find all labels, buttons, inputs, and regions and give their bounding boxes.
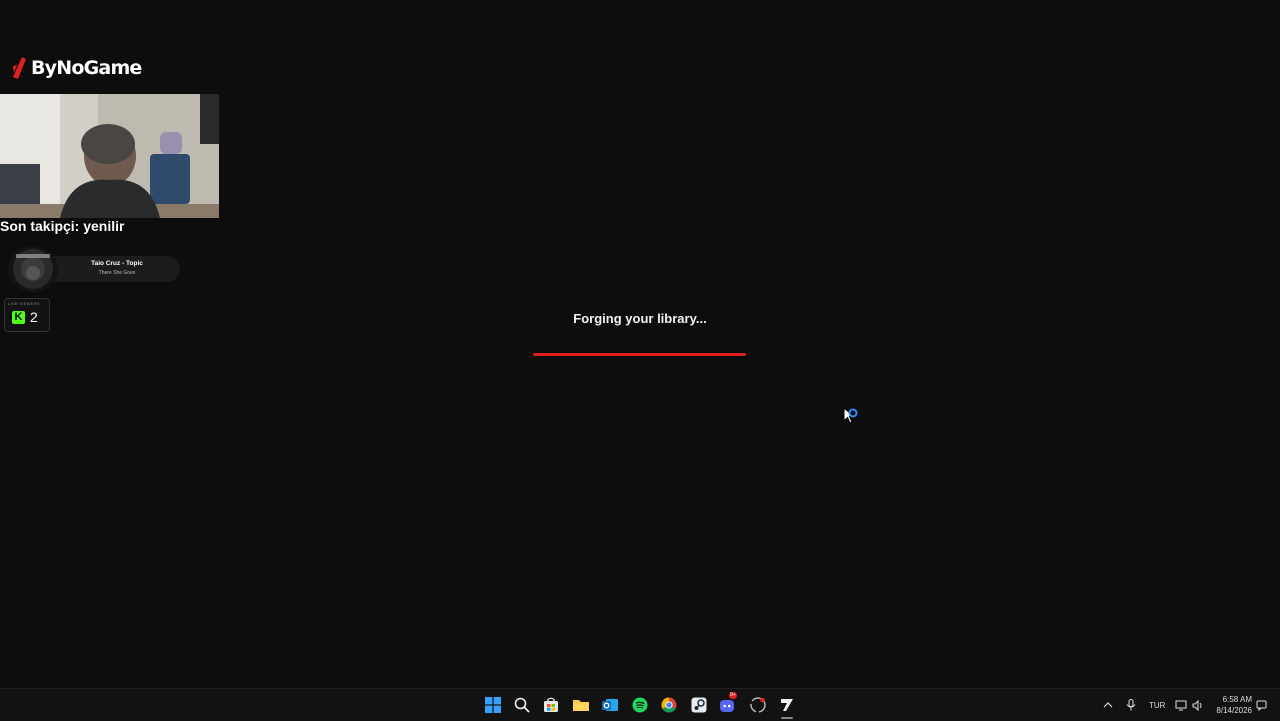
volume-icon[interactable] <box>1192 689 1204 721</box>
loading-message: Forging your library... <box>573 311 707 326</box>
microphone-icon[interactable] <box>1126 689 1136 721</box>
obs-icon[interactable] <box>748 695 768 715</box>
discord-notification-badge: 9+ <box>729 692 737 699</box>
busy-cursor-icon <box>843 407 858 424</box>
file-explorer-icon[interactable] <box>571 695 591 715</box>
live-viewers-label: LIVE VIEWERS <box>8 301 40 306</box>
loading-progress-fill <box>533 353 746 356</box>
loading-progress-bar <box>533 353 746 356</box>
tray-overflow-icon[interactable] <box>1103 689 1113 721</box>
kick-icon: K <box>12 311 25 324</box>
spotify-icon[interactable] <box>630 695 650 715</box>
search-icon[interactable] <box>512 695 532 715</box>
chrome-icon[interactable] <box>659 695 679 715</box>
bynogame-logo-mark-icon <box>13 57 26 79</box>
now-playing-artist: Taio Cruz - Topic <box>91 260 143 267</box>
microsoft-store-icon[interactable] <box>541 695 561 715</box>
active-app-indicator <box>781 717 793 719</box>
last-follower-label: Son takipçi: yenilir <box>0 218 125 234</box>
album-art <box>8 246 58 292</box>
discord-icon[interactable]: 9+ <box>718 692 738 715</box>
live-viewers-widget: LIVE VIEWERS K 2 <box>4 298 50 332</box>
system-clock[interactable]: 6:58 AM 8/14/2026 <box>1216 694 1252 716</box>
network-icon[interactable] <box>1175 689 1187 721</box>
clock-time: 6:58 AM <box>1222 695 1252 704</box>
bynogame-logo: ByNoGame <box>10 56 142 80</box>
windows-start-icon[interactable] <box>483 695 503 715</box>
notification-icon[interactable] <box>1256 689 1267 721</box>
outlook-icon[interactable] <box>600 695 620 715</box>
app-x-icon[interactable] <box>777 695 797 715</box>
clock-date: 8/14/2026 <box>1216 706 1252 715</box>
now-playing-song: There She Goes <box>98 270 136 276</box>
viewer-count: 2 <box>30 309 38 325</box>
taskbar: 9+ TUR 6:58 AM 8/14/2026 <box>0 688 1280 721</box>
language-indicator[interactable]: TUR <box>1149 701 1165 710</box>
steam-icon[interactable] <box>689 695 709 715</box>
now-playing-widget: Taio Cruz - Topic There She Goes <box>4 246 180 292</box>
webcam-feed <box>0 94 219 218</box>
logo-text: ByNoGame <box>31 57 142 79</box>
